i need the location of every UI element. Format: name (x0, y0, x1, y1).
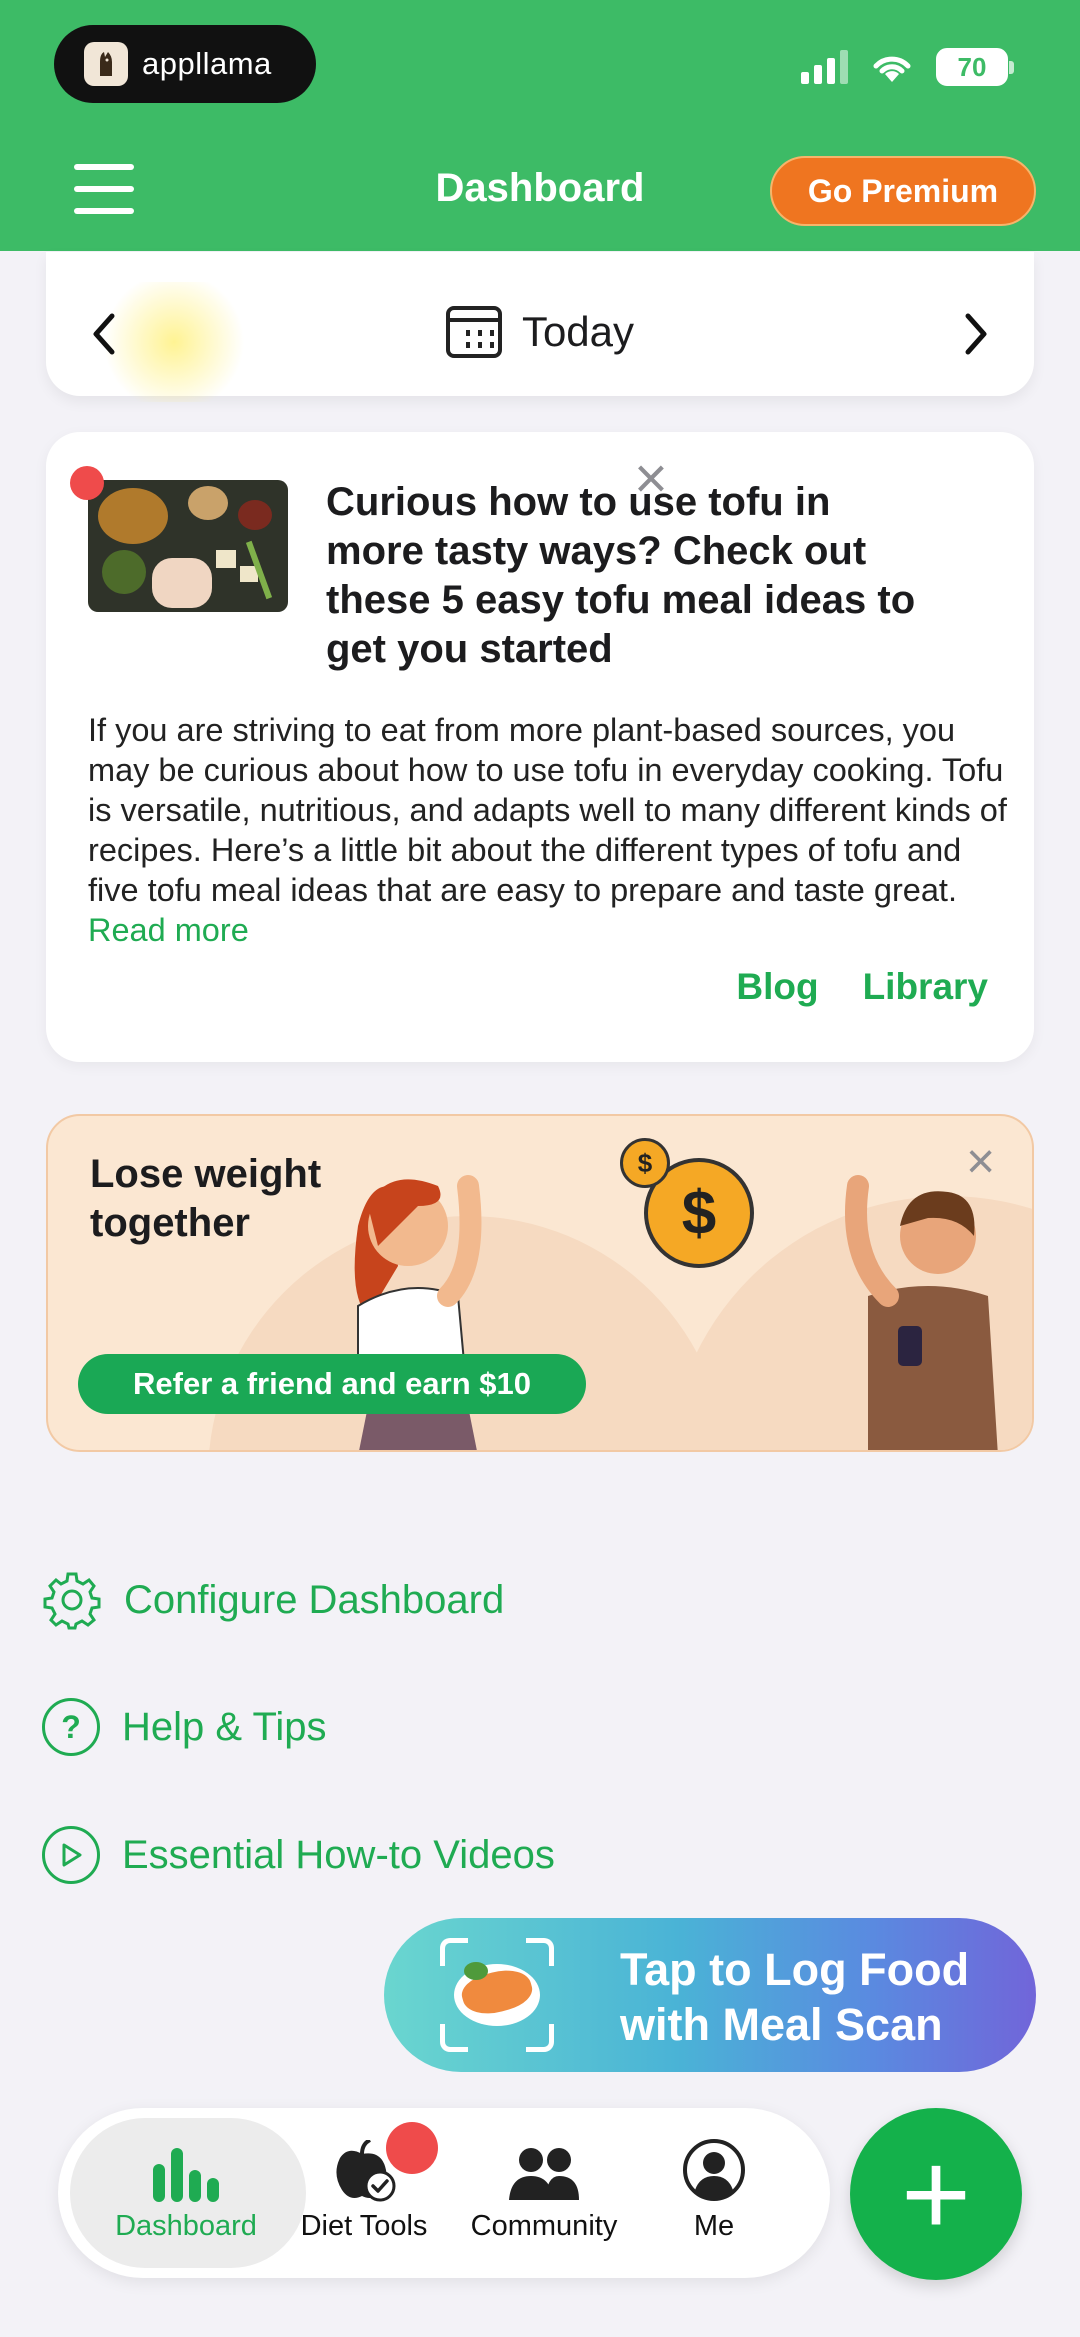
nav-label: Community (470, 2210, 618, 2242)
refer-friend-button[interactable]: Refer a friend and earn $10 (78, 1354, 586, 1414)
wifi-icon (873, 56, 911, 82)
referral-title: Lose weight together (90, 1150, 321, 1248)
app-pill-label: appllama (142, 46, 272, 81)
meal-scan-icon (440, 1938, 554, 2052)
meal-scan-label: Tap to Log Food with Meal Scan (620, 1942, 969, 2052)
bottom-nav: Dashboard Diet Tools Community Me (58, 2108, 830, 2278)
help-tips-link[interactable]: ? Help & Tips (42, 1698, 327, 1756)
help-circle-icon: ? (42, 1698, 100, 1756)
unread-badge (70, 466, 104, 500)
gear-icon (43, 1572, 101, 1630)
article-body: If you are striving to eat from more pla… (88, 710, 1008, 950)
play-circle-icon (42, 1826, 100, 1884)
blog-link[interactable]: Blog (736, 966, 818, 1008)
notification-badge (386, 2122, 438, 2174)
profile-icon (624, 2136, 804, 2202)
status-icons: 70 (801, 48, 1014, 86)
coin-symbol-small: $ (637, 1147, 653, 1178)
meal-scan-line2: with Meal Scan (620, 1999, 943, 2050)
app-header: appllama 70 Dashboard Go Premium (0, 0, 1080, 251)
bar-chart-icon (96, 2136, 276, 2202)
meal-scan-line1: Tap to Log Food (620, 1944, 970, 1995)
llama-logo-icon (84, 42, 128, 86)
next-day-button[interactable] (962, 312, 990, 365)
article-card[interactable]: × Curious how to use tofu in more tasty … (46, 432, 1034, 1062)
configure-dashboard-link[interactable]: Configure Dashboard (42, 1570, 504, 1630)
how-to-videos-label: Essential How-to Videos (122, 1832, 555, 1877)
go-premium-button[interactable]: Go Premium (770, 156, 1036, 226)
app-switcher-pill[interactable]: appllama (54, 25, 316, 103)
cellular-signal-icon (801, 50, 848, 84)
article-title[interactable]: Curious how to use tofu in more tasty wa… (326, 478, 926, 674)
date-label: Today (521, 308, 635, 355)
nav-me[interactable]: Me (624, 2136, 804, 2243)
configure-dashboard-label: Configure Dashboard (124, 1577, 505, 1622)
battery-level: 70 (957, 51, 987, 82)
close-referral-button[interactable]: × (966, 1136, 995, 1186)
small-coin-icon: $ (620, 1138, 670, 1188)
add-entry-button[interactable]: + (850, 2108, 1022, 2280)
article-thumbnail (88, 480, 288, 612)
nav-community[interactable]: Community (454, 2136, 634, 2243)
plus-icon: + (900, 2127, 972, 2261)
article-tags: Blog Library (736, 966, 988, 1008)
referral-banner[interactable]: $ $ Lose weight together × Refer a frien… (46, 1114, 1034, 1452)
chevron-right-icon (965, 313, 987, 355)
meal-scan-button[interactable]: Tap to Log Food with Meal Scan (384, 1918, 1036, 2072)
date-navigator: Today (46, 252, 1034, 402)
article-body-text: If you are striving to eat from more pla… (88, 712, 1007, 908)
nav-label: Diet Tools (300, 2210, 428, 2242)
help-icon-glyph: ? (61, 1708, 81, 1745)
coin-symbol: $ (681, 1178, 717, 1248)
nav-label: Me (693, 2210, 735, 2242)
read-more-link[interactable]: Read more (88, 912, 249, 948)
date-picker[interactable]: Today (46, 306, 1034, 358)
nav-dashboard[interactable]: Dashboard (96, 2136, 276, 2243)
battery-icon: 70 (936, 48, 1014, 86)
close-icon: × (966, 1133, 996, 1189)
library-link[interactable]: Library (863, 966, 988, 1008)
how-to-videos-link[interactable]: Essential How-to Videos (42, 1826, 555, 1884)
nav-label: Dashboard (115, 2210, 257, 2242)
referral-title-line1: Lose weight (90, 1152, 322, 1196)
calendar-icon (445, 306, 502, 358)
help-tips-label: Help & Tips (122, 1704, 327, 1749)
referral-title-line2: together (90, 1201, 250, 1245)
people-icon (454, 2136, 634, 2202)
